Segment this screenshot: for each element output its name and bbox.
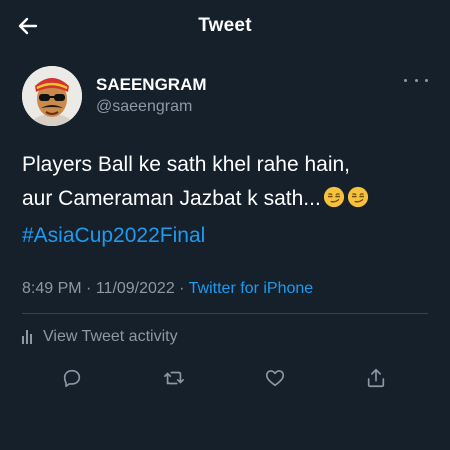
- view-tweet-activity-link[interactable]: View Tweet activity: [22, 325, 178, 349]
- author-names: SAEENGRAM @saeengram: [96, 74, 207, 118]
- tweet-text-line: aur Cameraman Jazbat k sath...: [22, 182, 437, 216]
- more-horizontal-icon: [404, 78, 407, 82]
- like-button[interactable]: [261, 364, 289, 392]
- arrow-left-icon: [18, 17, 38, 35]
- tweet-date[interactable]: 11/09/2022: [96, 280, 175, 297]
- avatar-image: [22, 66, 82, 126]
- retweet-icon: [164, 371, 184, 385]
- back-button[interactable]: [14, 12, 42, 40]
- tweet-actions-bar: [0, 364, 450, 392]
- reply-button[interactable]: [58, 364, 86, 392]
- top-bar: Tweet: [0, 0, 450, 52]
- tweet-time[interactable]: 8:49 PM: [22, 280, 82, 297]
- retweet-button[interactable]: [160, 364, 188, 392]
- view-tweet-activity-label: View Tweet activity: [43, 328, 178, 345]
- smirking-face-icon: [347, 186, 368, 208]
- tweet-metadata: 8:49 PM · 11/09/2022 · Twitter for iPhon…: [22, 278, 313, 300]
- tweet-author: SAEENGRAM @saeengram: [22, 66, 434, 126]
- display-name[interactable]: SAEENGRAM: [96, 74, 207, 96]
- more-horizontal-icon: [425, 78, 428, 82]
- meta-separator: ·: [179, 280, 185, 297]
- smirking-face-icon: [323, 186, 344, 208]
- reply-icon: [63, 369, 81, 388]
- tweet-source-link[interactable]: Twitter for iPhone: [189, 280, 314, 297]
- divider: [22, 313, 428, 314]
- page-title: Tweet: [198, 15, 252, 36]
- user-handle[interactable]: @saeengram: [96, 96, 207, 118]
- share-icon: [367, 368, 385, 388]
- avatar[interactable]: [22, 66, 82, 126]
- tweet-text-line: Players Ball ke sath khel rahe hain,: [22, 153, 351, 176]
- tweet-text: Players Ball ke sath khel rahe hain, aur…: [22, 148, 437, 216]
- like-icon: [265, 370, 285, 387]
- more-options-button[interactable]: [404, 72, 428, 88]
- tweet-text-fragment: aur Cameraman Jazbat k sath...: [22, 187, 321, 210]
- share-button[interactable]: [362, 364, 390, 392]
- hashtag-link[interactable]: #AsiaCup2022Final: [22, 219, 205, 253]
- bar-chart-icon: [22, 330, 34, 344]
- meta-separator: ·: [86, 280, 92, 297]
- more-horizontal-icon: [414, 78, 418, 82]
